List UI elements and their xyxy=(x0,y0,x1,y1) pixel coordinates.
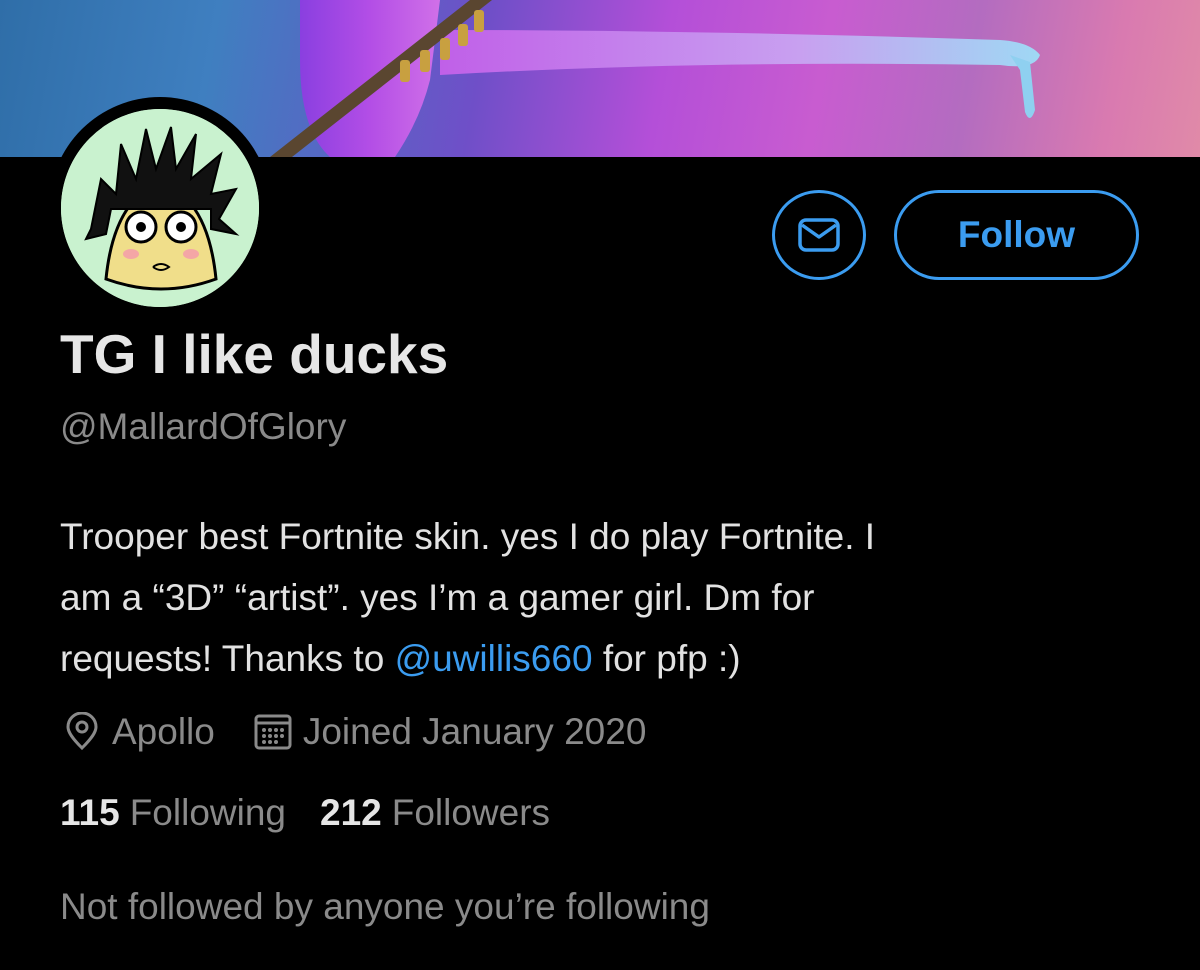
mail-icon xyxy=(798,218,840,252)
avatar[interactable] xyxy=(61,109,259,307)
location-pin-icon xyxy=(62,712,102,752)
bio-text: for pfp :) xyxy=(592,638,741,679)
bio-mention-link[interactable]: @uwillis660 xyxy=(395,638,593,679)
followers-count-link[interactable]: 212 Followers xyxy=(320,792,550,834)
profile-meta: Apollo Joined January 2020 xyxy=(62,708,646,756)
followers-label: Followers xyxy=(391,792,551,833)
following-label: Following xyxy=(129,792,286,833)
following-count: 115 xyxy=(60,792,120,833)
calendar-icon xyxy=(253,712,293,752)
profile-bio: Trooper best Fortnite skin. yes I do pla… xyxy=(60,506,1150,689)
followers-count: 212 xyxy=(320,792,382,833)
social-context-text: Not followed by anyone you’re following xyxy=(60,886,710,927)
joined-date-text: Joined January 2020 xyxy=(302,711,647,752)
message-button[interactable] xyxy=(772,190,866,280)
username-handle: @MallardOfGlory xyxy=(60,406,347,447)
display-name: TG I like ducks xyxy=(60,323,449,385)
location-text: Apollo xyxy=(112,711,215,752)
follow-stats: 115 Following 212 Followers xyxy=(60,792,584,834)
bio-line: Trooper best Fortnite skin. yes I do pla… xyxy=(60,516,876,557)
bio-text: requests! Thanks to xyxy=(60,638,395,679)
follow-button[interactable]: Follow xyxy=(894,190,1139,280)
avatar-illustration xyxy=(61,109,259,307)
following-count-link[interactable]: 115 Following xyxy=(60,792,286,834)
bio-line: requests! Thanks to @uwillis660 for pfp … xyxy=(60,628,1150,689)
bio-line: am a “3D” “artist”. yes I’m a gamer girl… xyxy=(60,577,815,618)
